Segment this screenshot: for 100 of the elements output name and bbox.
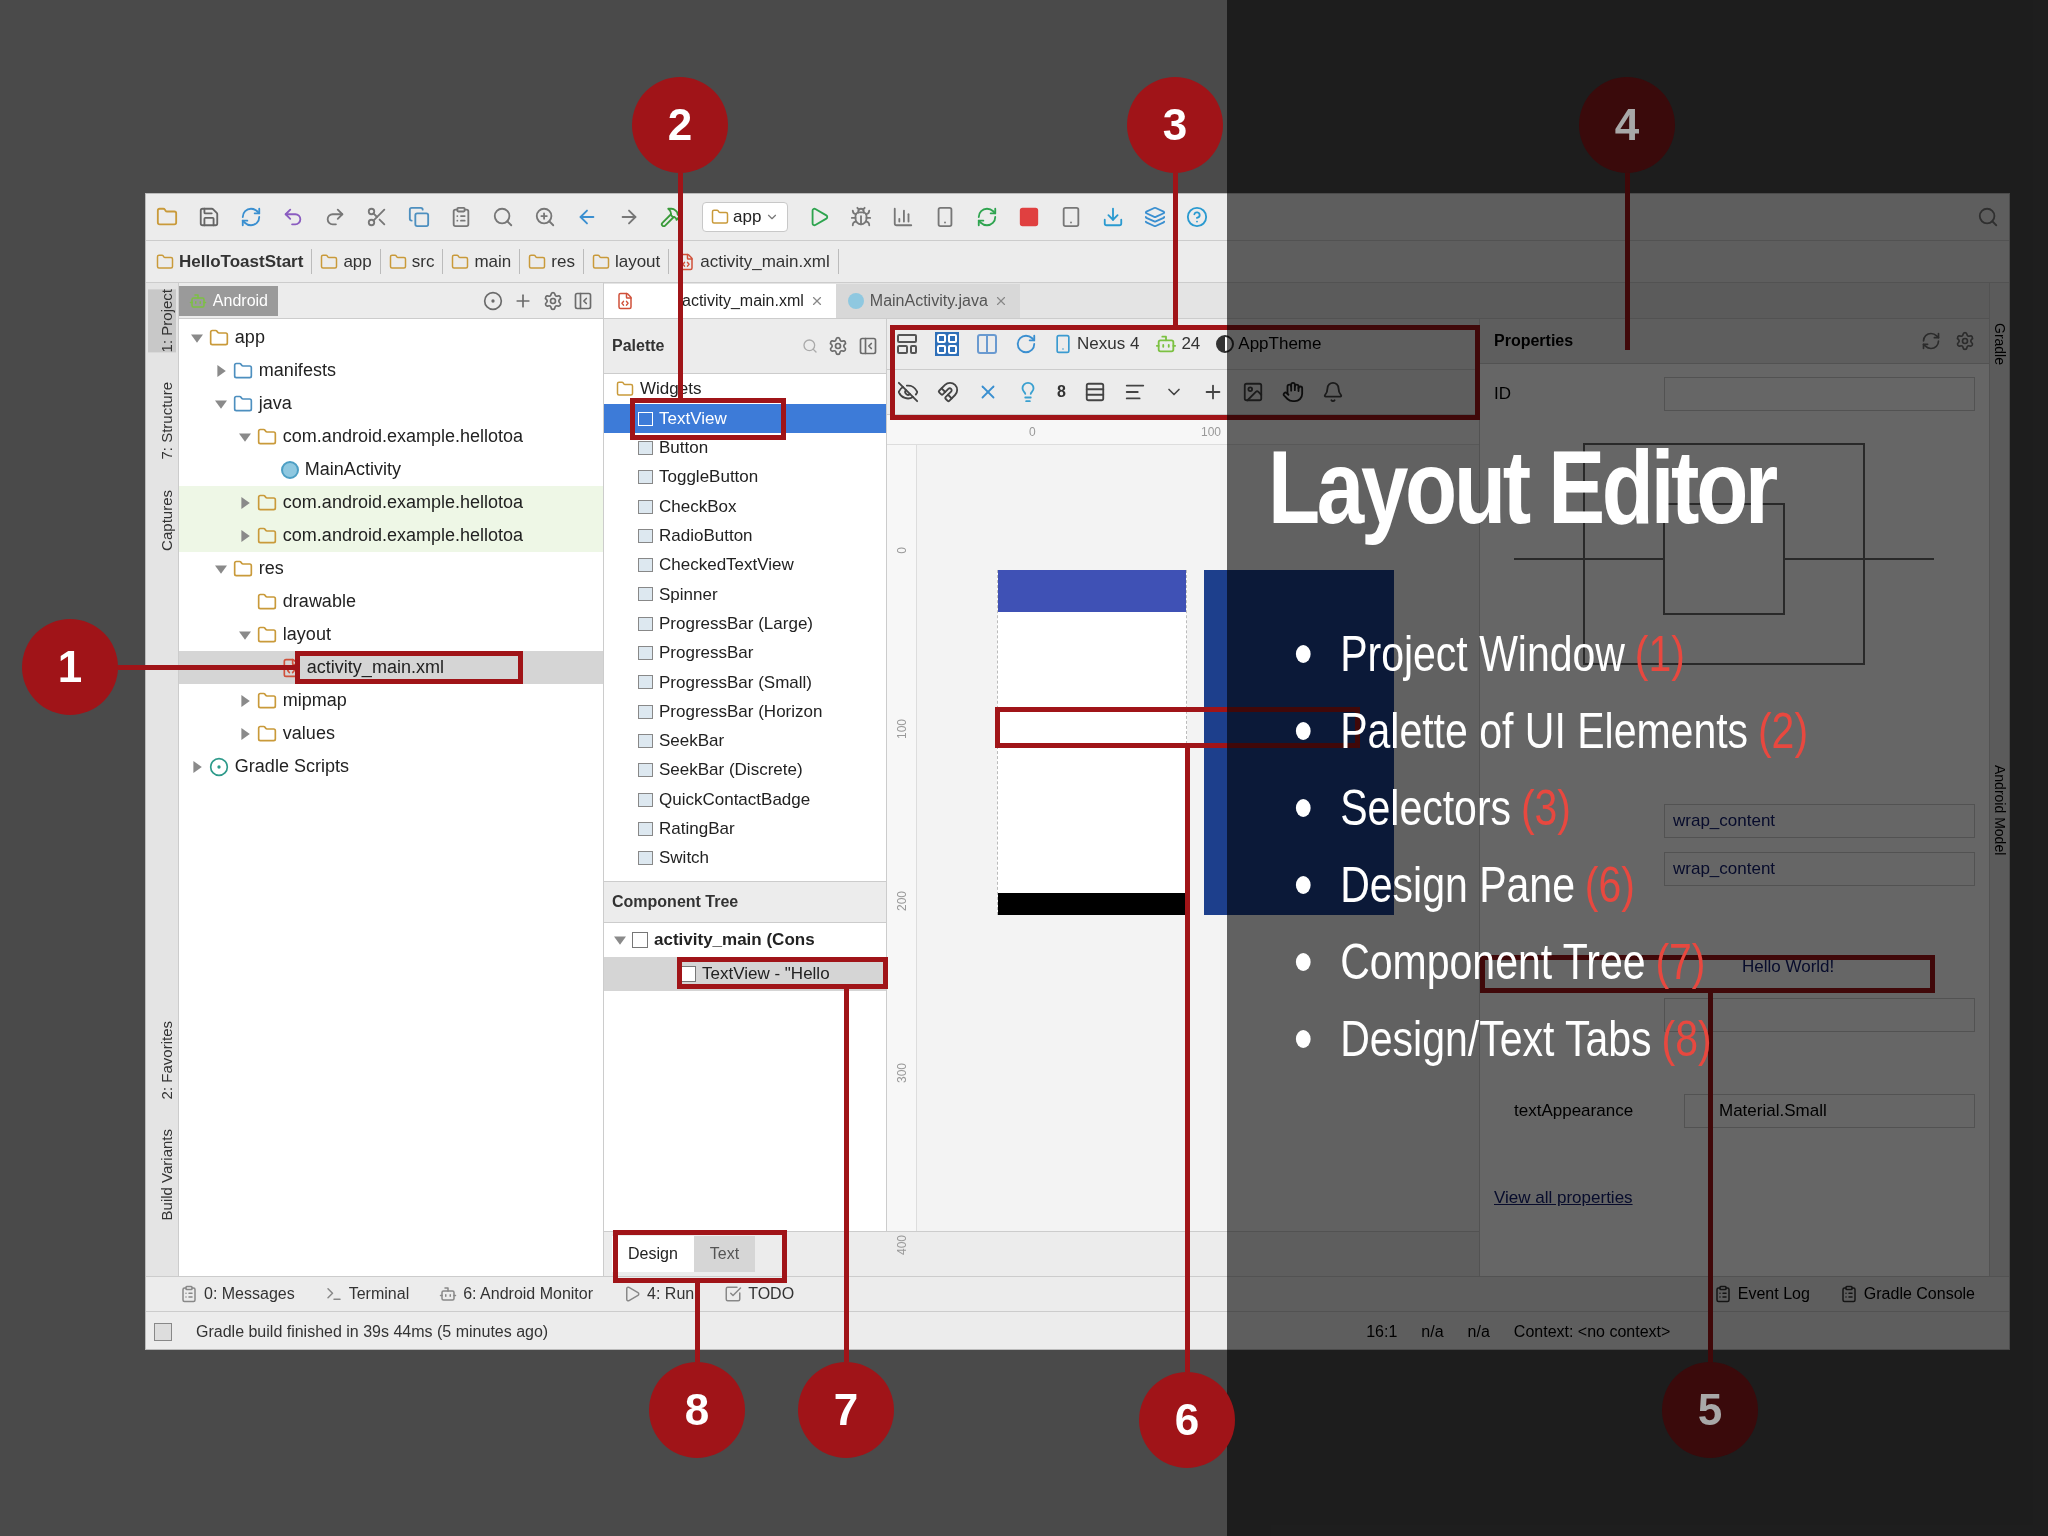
side-tab[interactable]: Captures [147,489,176,551]
default-margin[interactable]: 8 [1057,380,1066,404]
collapse-arrow-icon[interactable] [190,331,203,344]
zoom-icon [534,206,556,228]
api-dropdown[interactable]: 24 [1155,331,1201,357]
palette-item[interactable]: SeekBar (Discrete) [604,755,886,785]
run-config-dropdown[interactable]: app [702,202,789,232]
expand-arrow-icon[interactable] [238,496,251,509]
editor-tab[interactable]: MainActivity.java [835,284,1020,318]
property-value[interactable]: Material.Small [1684,1094,1975,1128]
side-tab[interactable]: 2: Favorites [147,1020,176,1100]
palette-item[interactable]: Spinner [604,579,886,610]
expand-arrow-icon[interactable] [238,727,251,740]
palette-item[interactable]: ProgressBar (Small) [604,667,886,697]
callout-reference: (6) [1584,857,1635,913]
palette-item[interactable]: Button [604,433,886,463]
panel-title: Palette [612,336,665,356]
palette-item[interactable]: ProgressBar [604,638,886,668]
view-tab[interactable]: Text [693,1236,756,1272]
tree-item[interactable]: com.android.example.hellotoa [178,486,603,519]
expand-arrow-icon[interactable] [190,760,203,773]
status-icon [154,1322,172,1341]
editor-tab[interactable]: activity_main.xml [604,284,836,318]
folder-icon [528,252,547,271]
magnet-icon [937,381,959,403]
breadcrumb-item[interactable]: app [320,248,381,275]
hand-icon [1281,381,1304,403]
breadcrumb-item[interactable]: HelloToastStart [156,248,313,275]
callout-reference: (1) [1634,626,1685,682]
tree-item[interactable]: com.android.example.hellotoa [178,519,603,552]
side-tab[interactable]: 1: Project [147,289,176,353]
collapse-arrow-icon[interactable] [238,430,251,443]
breadcrumb-item[interactable]: src [388,248,444,275]
palette-item[interactable]: ProgressBar (Horizon [604,696,886,727]
design-view-icon [895,332,919,356]
palette-item[interactable]: Switch [604,843,886,873]
bullet-text: Project Window [1340,626,1625,682]
collapse-arrow-icon[interactable] [614,933,626,946]
side-tab[interactable]: Build Variants [147,1129,176,1221]
expand-arrow-icon[interactable] [238,694,251,707]
widget-icon [638,528,653,543]
callout-number: 3 [1127,77,1223,173]
palette-item[interactable]: CheckedTextView [604,550,886,580]
tool-window-button[interactable]: 0: Messages [180,1282,295,1306]
blueprint-view-icon [935,332,959,356]
callout-number: 2 [632,77,728,173]
tool-window-button[interactable]: TODO [724,1282,795,1306]
widget-icon [638,411,653,426]
expand-arrow-icon[interactable] [214,364,227,377]
tool-window-button[interactable]: 6: Android Monitor [439,1282,594,1306]
stop-icon [1018,206,1041,228]
callout-number: 7 [798,1362,894,1458]
ruler-label: 0 [894,547,910,554]
ruler-label: 200 [894,891,910,912]
module-folder-icon [208,327,229,348]
callout-number: 8 [649,1362,745,1458]
folder-icon [256,525,277,546]
widget-icon [638,616,653,631]
collapse-arrow-icon[interactable] [238,628,251,641]
eye-off-icon [897,381,919,403]
ruler-label: 100 [894,719,910,740]
palette-item[interactable]: TextView [604,404,886,434]
widget-icon [638,587,653,602]
collapse-arrow-icon[interactable] [214,562,227,575]
palette-item[interactable]: QuickContactBadge [604,784,886,815]
status-message: Gradle build finished in 39s 44ms (5 minutes ago) [196,1321,549,1342]
property-label: ID [1494,383,1512,406]
palette-item[interactable]: CheckBox [604,491,886,522]
callout-reference: (3) [1520,780,1572,836]
folder-icon [451,252,470,271]
view-tab[interactable]: Design [612,1236,694,1272]
palette-item[interactable]: ToggleButton [604,462,886,492]
expand-arrow-icon[interactable] [238,529,251,542]
slide-title: Layout Editor [1268,428,1777,547]
breadcrumb-item[interactable]: main [451,248,521,275]
palette-item[interactable]: RatingBar [604,814,886,844]
palette-item[interactable]: ProgressBar (Large) [604,609,886,639]
tool-window-icon [180,1285,198,1303]
layers-icon [1144,206,1167,228]
callout-number: 6 [1139,1372,1235,1468]
breadcrumb-item[interactable]: res [528,248,584,275]
tool-window-button[interactable]: 4: Run [623,1282,695,1306]
widget-icon [638,733,653,748]
folder-icon [320,252,339,271]
palette-item[interactable]: RadioButton [604,521,886,551]
folder-icon [591,252,610,271]
side-tab[interactable]: 7: Structure [147,382,176,460]
ruler-label: 300 [894,1063,910,1084]
folder-icon [256,723,277,744]
device-dropdown[interactable]: Nexus 4 [1053,331,1140,357]
tool-window-button[interactable]: Terminal [324,1282,410,1306]
callout-number: 4 [1579,77,1675,173]
collapse-arrow-icon[interactable] [214,397,227,410]
status-item: 16:1 [1366,1321,1398,1342]
widget-icon [638,821,653,836]
property-label: textAppearance [1513,1100,1635,1123]
breadcrumb-item[interactable]: layout [591,248,670,275]
status-item: n/a [1467,1321,1490,1342]
callout-number: 1 [22,619,118,715]
palette-item[interactable]: SeekBar [604,726,886,756]
